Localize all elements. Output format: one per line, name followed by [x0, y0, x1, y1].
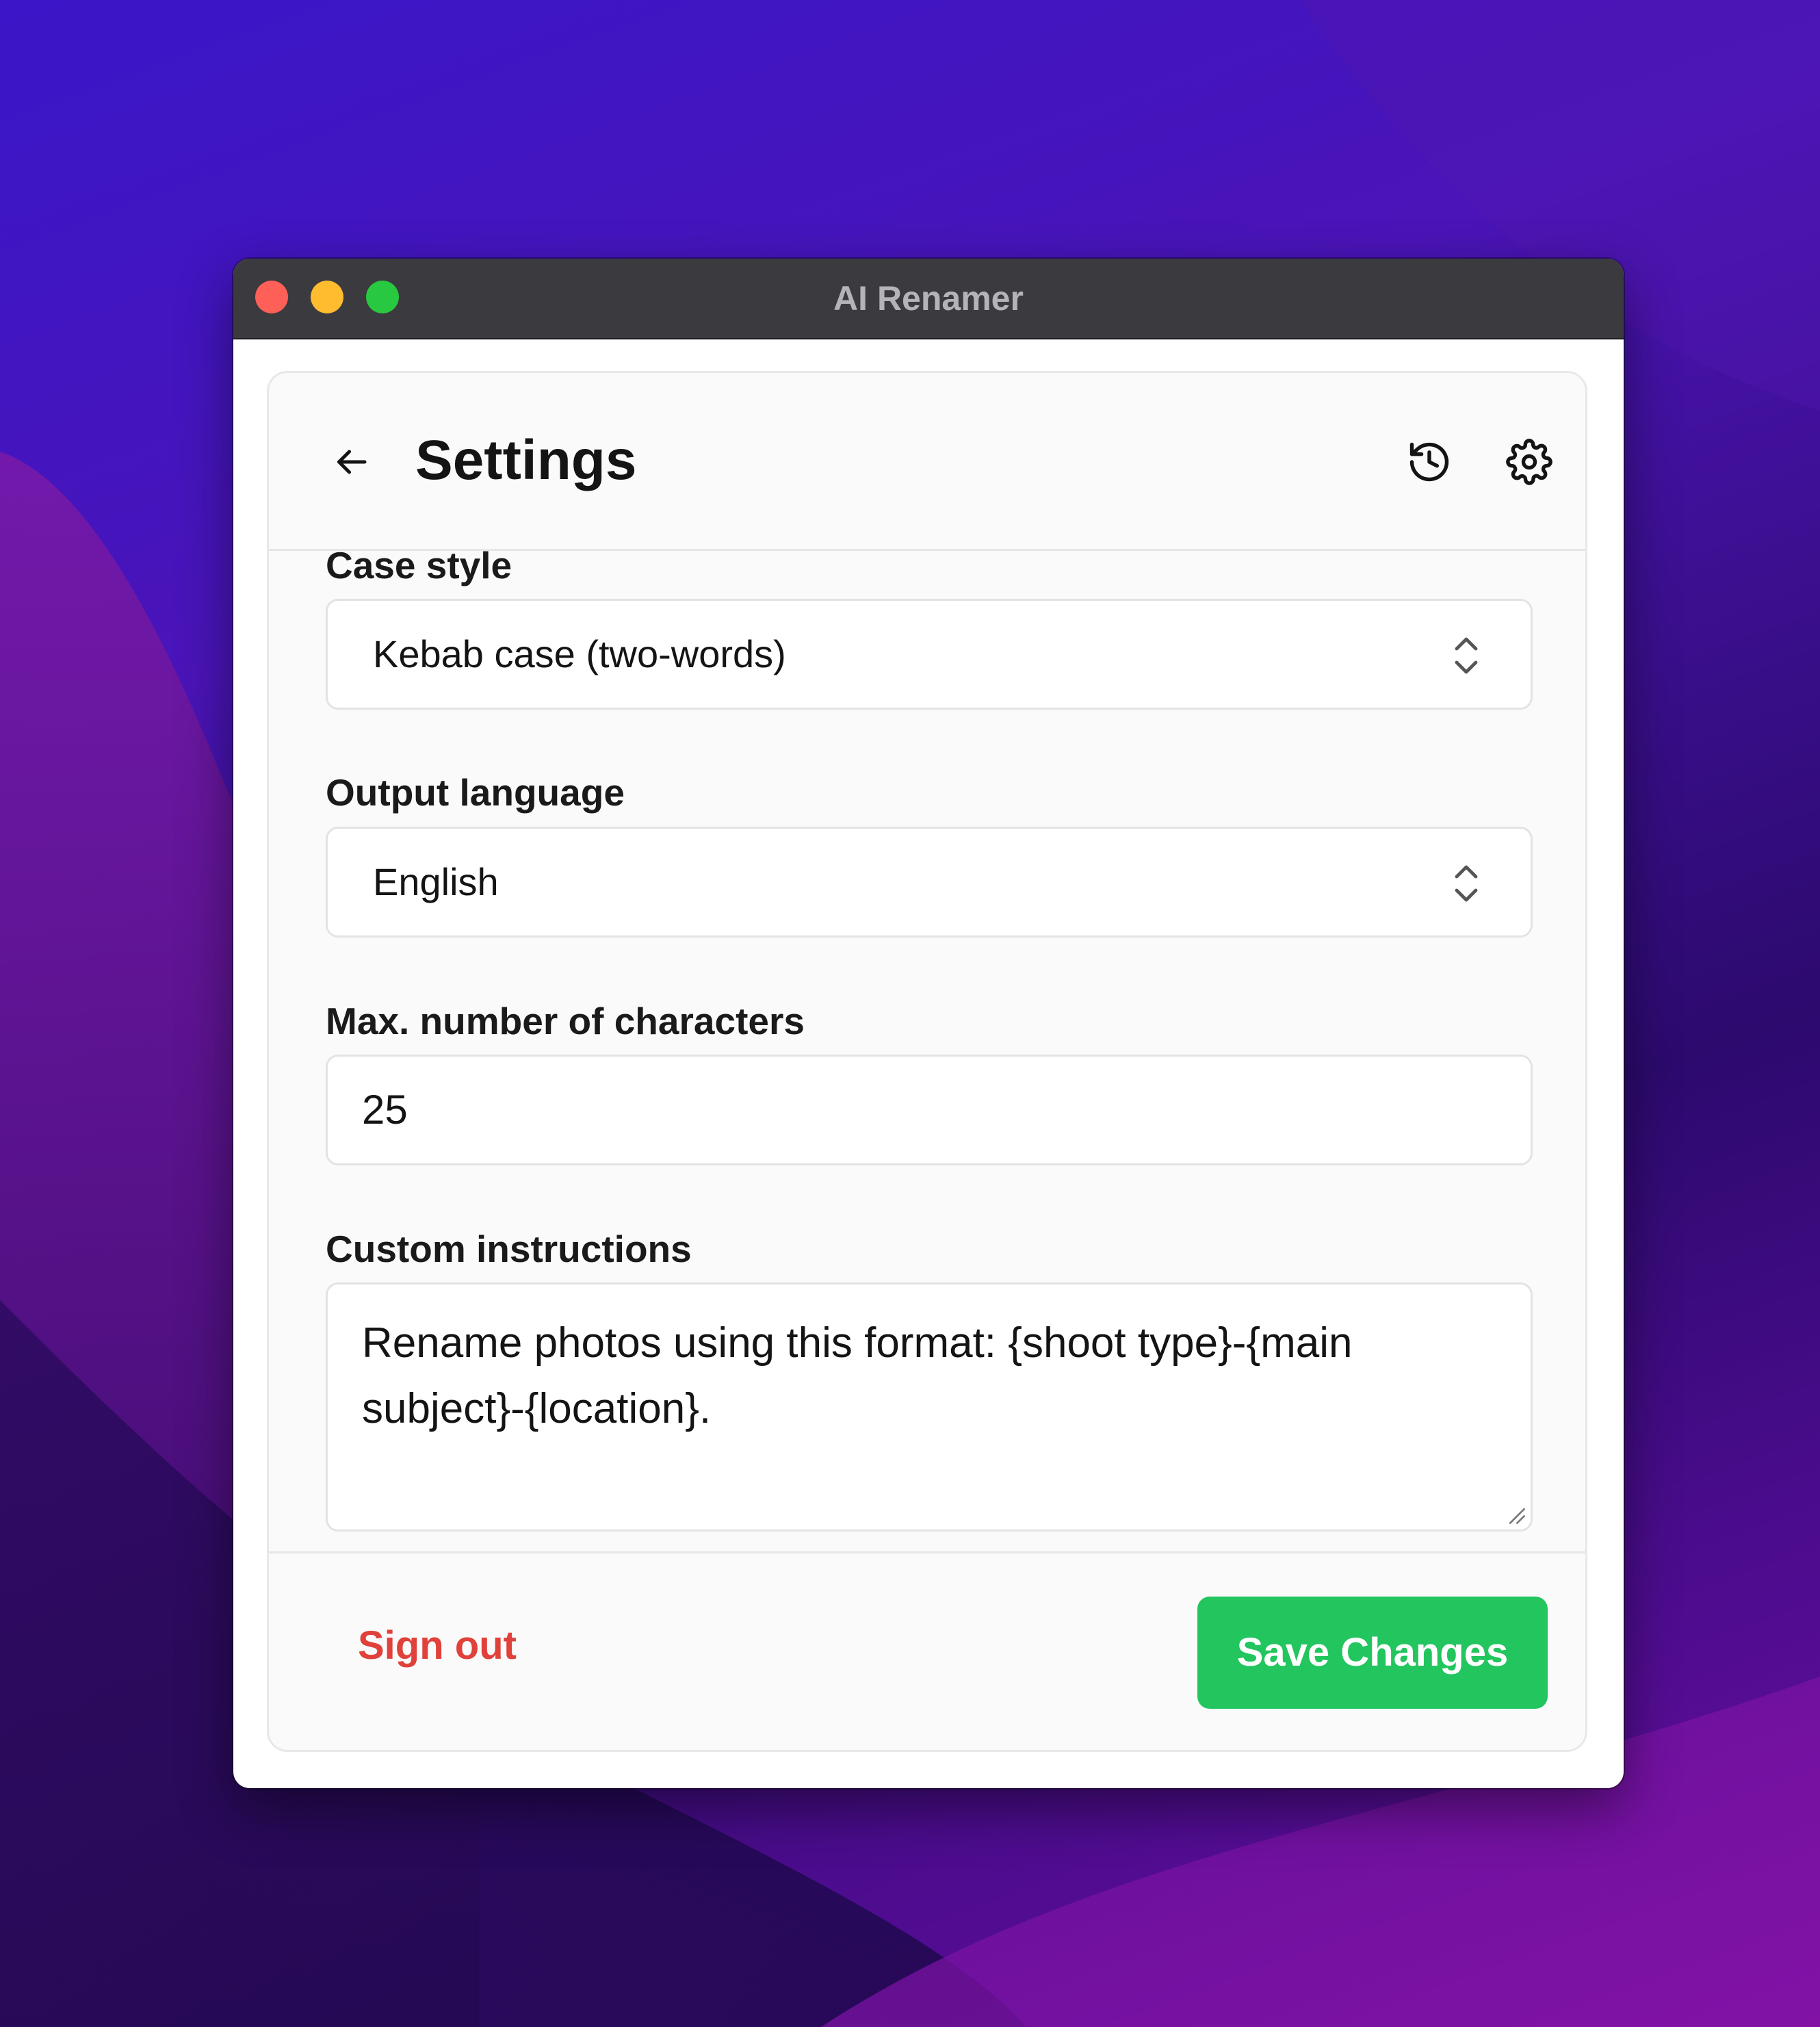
max-chars-input[interactable]: 25	[326, 1055, 1533, 1165]
save-changes-button[interactable]: Save Changes	[1197, 1597, 1548, 1709]
resize-handle-icon[interactable]	[1503, 1502, 1526, 1525]
case-style-select[interactable]: Kebab case (two-words)	[326, 599, 1533, 710]
output-language-value: English	[373, 860, 499, 903]
sign-out-button[interactable]: Sign out	[358, 1618, 517, 1673]
output-language-label: Output language	[326, 771, 625, 814]
page-title: Settings	[415, 429, 637, 491]
chevron-up-down-icon	[1455, 637, 1478, 674]
custom-instructions-textarea[interactable]: Rename photos using this format: {shoot …	[326, 1282, 1533, 1532]
arrow-left-icon	[337, 450, 367, 474]
case-style-value: Kebab case (two-words)	[373, 632, 786, 675]
window-title: AI Renamer	[833, 279, 1024, 318]
settings-form: Case style Kebab case (two-words) Output…	[269, 551, 1585, 1551]
history-button[interactable]	[1406, 439, 1453, 485]
chevron-up-down-icon	[1455, 865, 1478, 902]
gear-icon	[1506, 439, 1552, 485]
settings-footer: Sign out Save Changes	[269, 1551, 1585, 1750]
output-language-select[interactable]: English	[326, 827, 1533, 938]
history-icon	[1409, 442, 1449, 482]
settings-button[interactable]	[1506, 439, 1552, 485]
settings-card: Settings Case style Kebab case (two-word…	[267, 371, 1587, 1752]
case-style-label: Case style	[326, 551, 512, 586]
settings-header: Settings	[269, 373, 1585, 551]
back-button[interactable]	[330, 441, 372, 482]
title-bar: AI Renamer	[233, 259, 1624, 339]
app-window: AI Renamer Settings Case style Kebab cas…	[233, 259, 1624, 1788]
custom-instructions-value: Rename photos using this format: {shoot …	[362, 1319, 1353, 1432]
max-chars-label: Max. number of characters	[326, 1000, 805, 1042]
custom-instructions-label: Custom instructions	[326, 1228, 692, 1270]
max-chars-value: 25	[362, 1087, 408, 1133]
